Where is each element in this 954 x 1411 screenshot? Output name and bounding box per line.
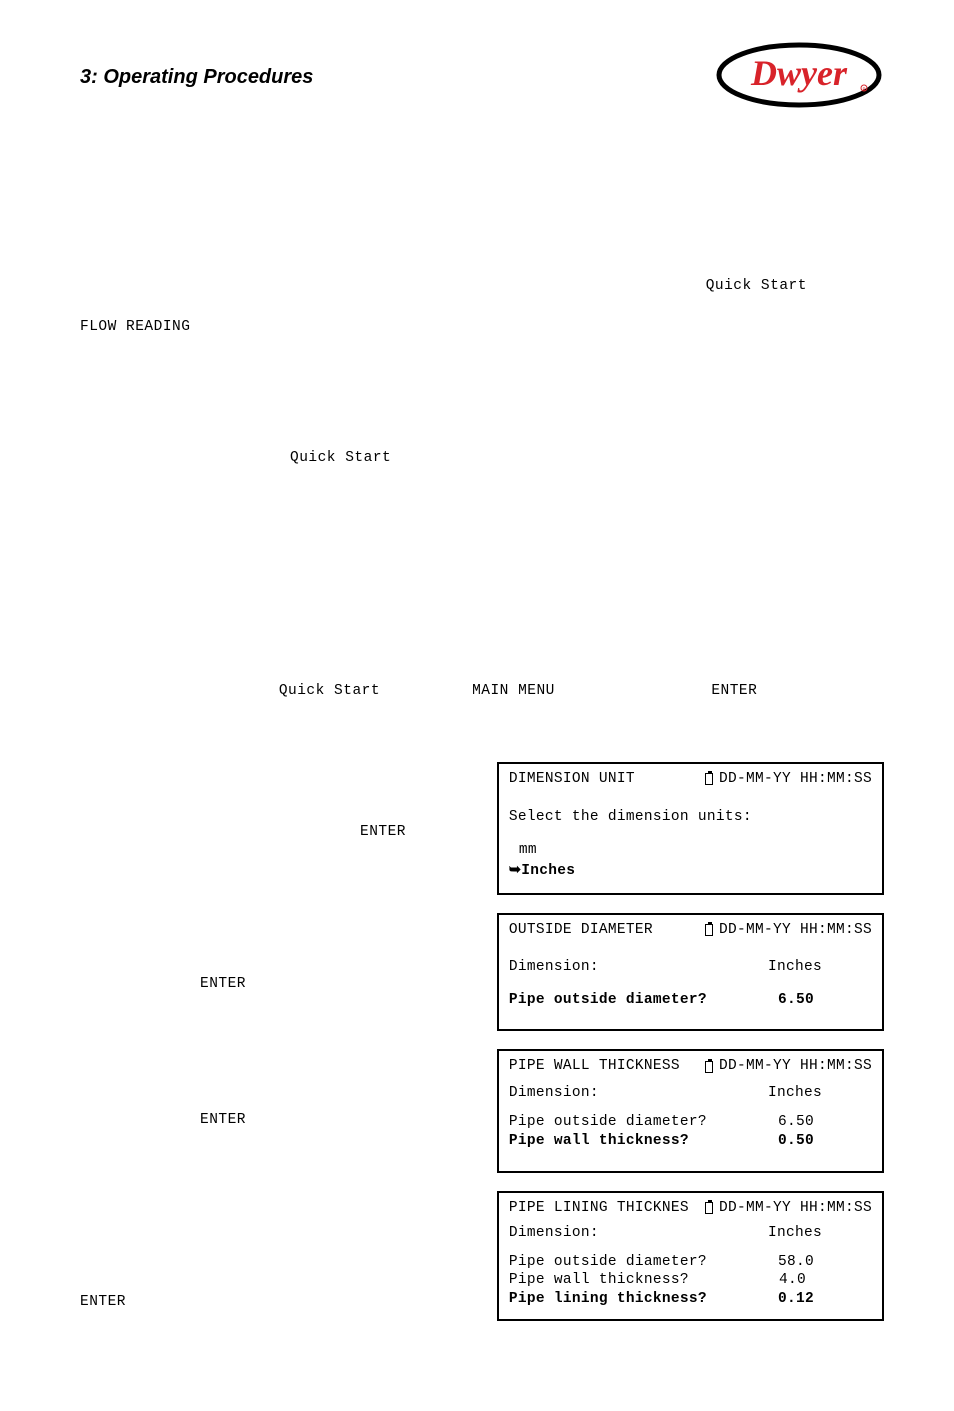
label-main-menu: MAIN MENU	[472, 683, 555, 699]
screen4-v1: 58.0	[778, 1253, 814, 1272]
screen3-q1: Pipe outside diameter?	[509, 1113, 707, 1132]
screen4-q1: Pipe outside diameter?	[509, 1253, 707, 1272]
screen4-datetime: DD-MM-YY HH:MM:SS	[705, 1199, 872, 1218]
screen3-dim-val: Inches	[768, 1084, 822, 1103]
label-quick-start-3: Quick Start	[279, 683, 380, 699]
screen1-opt-mm: mm	[509, 841, 872, 860]
label-enter-2: ENTER	[360, 824, 406, 840]
screen3-title: PIPE WALL THICKNESS	[509, 1057, 680, 1076]
screen4-dim-label: Dimension:	[509, 1224, 599, 1243]
screen4-title: PIPE LINING THICKNES	[509, 1199, 689, 1218]
label-enter-5: ENTER	[80, 1294, 126, 1310]
svg-text:R: R	[862, 87, 865, 93]
screen2-dim-val: Inches	[768, 958, 822, 977]
step-3: 3. Enter the pipe outside diameter then …	[80, 913, 497, 1014]
screen1-title: DIMENSION UNIT	[509, 770, 635, 789]
screen3-q2: Pipe wall thickness?	[509, 1132, 689, 1151]
screen1-datetime: DD-MM-YY HH:MM:SS	[705, 770, 872, 789]
screen2-dim-label: Dimension:	[509, 958, 599, 977]
arrow-right-icon: ➥	[509, 863, 521, 879]
battery-icon	[705, 1202, 713, 1214]
step-5: 5. Enter the pipe lining thickness. If t…	[80, 1191, 497, 1333]
screen-pipe-lining-thickness: PIPE LINING THICKNES DD-MM-YY HH:MM:SS D…	[497, 1191, 884, 1321]
label-quick-start-2: Quick Start	[290, 450, 391, 466]
section-title: 3: Operating Procedures	[80, 66, 313, 89]
screen1-prompt: Select the dimension units:	[509, 808, 872, 827]
screen2-title: OUTSIDE DIAMETER	[509, 921, 653, 940]
label-enter-4: ENTER	[200, 1112, 246, 1128]
intro-p2: If the FlowPulse has previously been use…	[80, 387, 884, 509]
screen2-v1: 6.50	[778, 991, 814, 1010]
screen4-v2: 4.0	[779, 1271, 806, 1290]
screen3-dim-label: Dimension:	[509, 1084, 599, 1103]
battery-icon	[705, 924, 713, 936]
screen2-q1: Pipe outside diameter?	[509, 991, 707, 1010]
screen3-datetime: DD-MM-YY HH:MM:SS	[705, 1057, 872, 1076]
label-enter-1: ENTER	[711, 683, 757, 699]
intro-p3: Before you use a FlowPulse on a new appl…	[80, 539, 884, 620]
screen-pipe-wall-thickness: PIPE WALL THICKNESS DD-MM-YY HH:MM:SS Di…	[497, 1049, 884, 1172]
label-flow-reading: FLOW READING	[80, 319, 190, 335]
screen4-dim-val: Inches	[768, 1224, 822, 1243]
screen3-v1: 6.50	[778, 1113, 814, 1132]
intro-heading: 3.2 Using the Quick Start Menu	[117, 207, 402, 223]
page-root: 3: Operating Procedures Dwyer R 3.2 Usin…	[0, 0, 954, 1411]
screen4-q2: Pipe wall thickness?	[509, 1271, 689, 1290]
label-quick-start: Quick Start	[706, 278, 807, 294]
page-header: 3: Operating Procedures Dwyer R	[80, 40, 884, 115]
step-1: 1. Select Quick Start from the MAIN MENU…	[150, 660, 884, 741]
screen-dimension-unit: DIMENSION UNIT DD-MM-YY HH:MM:SS Select …	[497, 762, 884, 895]
step-2: 2. Select the dimension units (millimetr…	[80, 762, 497, 863]
brand-logo: Dwyer R	[714, 40, 884, 115]
step-4: 4. Enter the pipe wall thickness then pr…	[80, 1049, 497, 1150]
intro-p1: If you need to monitor a different pipe …	[80, 256, 884, 357]
screen2-datetime: DD-MM-YY HH:MM:SS	[705, 921, 872, 940]
screen4-v3: 0.12	[778, 1290, 814, 1309]
battery-icon	[705, 773, 713, 785]
screen4-q3: Pipe lining thickness?	[509, 1290, 707, 1309]
dwyer-logo-icon: Dwyer R	[714, 40, 884, 110]
screen1-opt-inches: ➥Inches	[509, 862, 872, 881]
intro-block: 3.2 Using the Quick Start Menu	[80, 185, 884, 246]
label-enter-3: ENTER	[200, 976, 246, 992]
screen-outside-diameter: OUTSIDE DIAMETER DD-MM-YY HH:MM:SS Dimen…	[497, 913, 884, 1032]
battery-icon	[705, 1061, 713, 1073]
logo-text: Dwyer	[750, 53, 848, 93]
screen3-v2: 0.50	[778, 1132, 814, 1151]
